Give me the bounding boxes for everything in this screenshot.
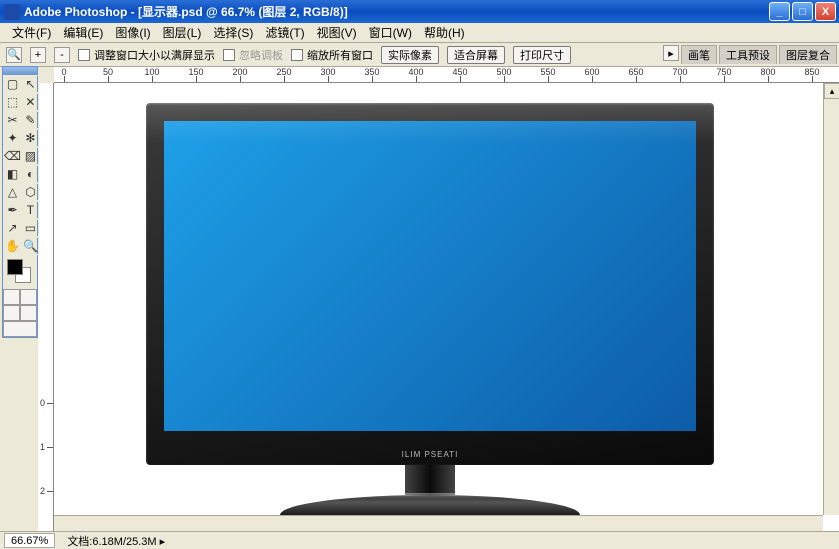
fit-screen-button[interactable]: 适合屏幕	[447, 46, 505, 64]
window-controls: _ □ X	[769, 2, 839, 21]
toolbox: ▢↖⬚✕✂✎✦✻⌫▨◧◐△⬡✒T↗▭✋🔍	[2, 66, 38, 338]
options-bar: 🔍 + - 调整窗口大小以满屏显示 忽略调板 缩放所有窗口 实际像素 适合屏幕 …	[0, 43, 839, 67]
mask-mode-quick[interactable]	[20, 289, 37, 305]
status-bar: 66.67% 文档:6.18M/25.3M ▸	[0, 531, 839, 549]
canvas-area[interactable]: ILIM PSEATI	[54, 83, 839, 531]
tool-8[interactable]: ⌫	[3, 147, 22, 165]
tab-brushes[interactable]: 画笔	[681, 45, 717, 64]
tool-10[interactable]: ◧	[3, 165, 22, 183]
tab-layer-comps[interactable]: 图层复合	[779, 45, 837, 64]
zoom-level[interactable]: 66.67%	[4, 533, 55, 548]
tool-18[interactable]: ✋	[3, 237, 22, 255]
color-swatch[interactable]	[3, 255, 37, 289]
tool-0[interactable]: ▢	[3, 75, 22, 93]
doc-size: 文档:6.18M/25.3M ▸	[67, 533, 165, 549]
tool-2[interactable]: ⬚	[3, 93, 22, 111]
tool-9[interactable]: ▨	[22, 147, 39, 165]
horizontal-ruler: 0501001502002503003504004505005506006507…	[54, 67, 839, 83]
maximize-button[interactable]: □	[792, 2, 813, 21]
menu-layer[interactable]: 图层(L)	[157, 22, 208, 43]
menu-help[interactable]: 帮助(H)	[418, 22, 471, 43]
monitor-screen	[164, 121, 696, 431]
tab-tool-presets[interactable]: 工具预设	[719, 45, 777, 64]
tool-19[interactable]: 🔍	[22, 237, 39, 255]
close-button[interactable]: X	[815, 2, 836, 21]
palette-tabs: ▸ 画笔 工具预设 图层复合	[663, 45, 839, 64]
monitor-brand-label: ILIM PSEATI	[402, 450, 459, 459]
opt-zoom-all[interactable]: 缩放所有窗口	[291, 47, 373, 63]
horizontal-scrollbar[interactable]	[54, 515, 823, 531]
tool-3[interactable]: ✕	[22, 93, 39, 111]
tool-14[interactable]: ✒	[3, 201, 22, 219]
actual-pixels-button[interactable]: 实际像素	[381, 46, 439, 64]
print-size-button[interactable]: 打印尺寸	[513, 46, 571, 64]
opt-resize-window[interactable]: 调整窗口大小以满屏显示	[78, 47, 215, 63]
menu-select[interactable]: 选择(S)	[207, 22, 259, 43]
window-title: Adobe Photoshop - [显示器.psd @ 66.7% (图层 2…	[24, 3, 769, 20]
artwork-monitor: ILIM PSEATI	[146, 103, 714, 519]
menu-bar: 文件(F) 编辑(E) 图像(I) 图层(L) 选择(S) 滤镜(T) 视图(V…	[0, 23, 839, 43]
monitor-neck	[405, 465, 455, 495]
toolbox-grip[interactable]	[3, 67, 37, 75]
menu-filter[interactable]: 滤镜(T)	[259, 22, 310, 43]
tool-17[interactable]: ▭	[22, 219, 39, 237]
tool-6[interactable]: ✦	[3, 129, 22, 147]
menu-edit[interactable]: 编辑(E)	[57, 22, 109, 43]
vertical-scrollbar[interactable]: ▴	[823, 83, 839, 515]
opt-ignore-palettes[interactable]: 忽略调板	[223, 47, 283, 63]
foreground-color[interactable]	[7, 259, 23, 275]
menu-image[interactable]: 图像(I)	[109, 22, 156, 43]
doc-size-menu-icon[interactable]: ▸	[160, 536, 166, 548]
tool-7[interactable]: ✻	[22, 129, 39, 147]
scroll-up-icon[interactable]: ▴	[824, 83, 839, 99]
title-bar: Adobe Photoshop - [显示器.psd @ 66.7% (图层 2…	[0, 0, 839, 23]
menu-window[interactable]: 窗口(W)	[363, 22, 418, 43]
menu-file[interactable]: 文件(F)	[6, 22, 57, 43]
jump-to-imageready[interactable]	[3, 321, 37, 337]
app-icon	[4, 4, 20, 20]
minimize-button[interactable]: _	[769, 2, 790, 21]
tool-12[interactable]: △	[3, 183, 22, 201]
tool-11[interactable]: ◐	[22, 165, 39, 183]
screen-mode-2[interactable]	[20, 305, 37, 321]
tool-15[interactable]: T	[22, 201, 39, 219]
tool-16[interactable]: ↗	[3, 219, 22, 237]
zoom-out-icon[interactable]: -	[54, 47, 70, 63]
tool-4[interactable]: ✂	[3, 111, 22, 129]
tool-5[interactable]: ✎	[22, 111, 39, 129]
screen-mode-1[interactable]	[3, 305, 20, 321]
tool-13[interactable]: ⬡	[22, 183, 39, 201]
mask-mode-standard[interactable]	[3, 289, 20, 305]
monitor-bezel: ILIM PSEATI	[146, 103, 714, 465]
vertical-ruler: 0123456789	[38, 83, 54, 531]
zoom-in-icon[interactable]: +	[30, 47, 46, 63]
palette-toggle-icon[interactable]: ▸	[663, 45, 679, 61]
zoom-tool-icon[interactable]: 🔍	[6, 47, 22, 63]
tool-1[interactable]: ↖	[22, 75, 39, 93]
menu-view[interactable]: 视图(V)	[311, 22, 363, 43]
